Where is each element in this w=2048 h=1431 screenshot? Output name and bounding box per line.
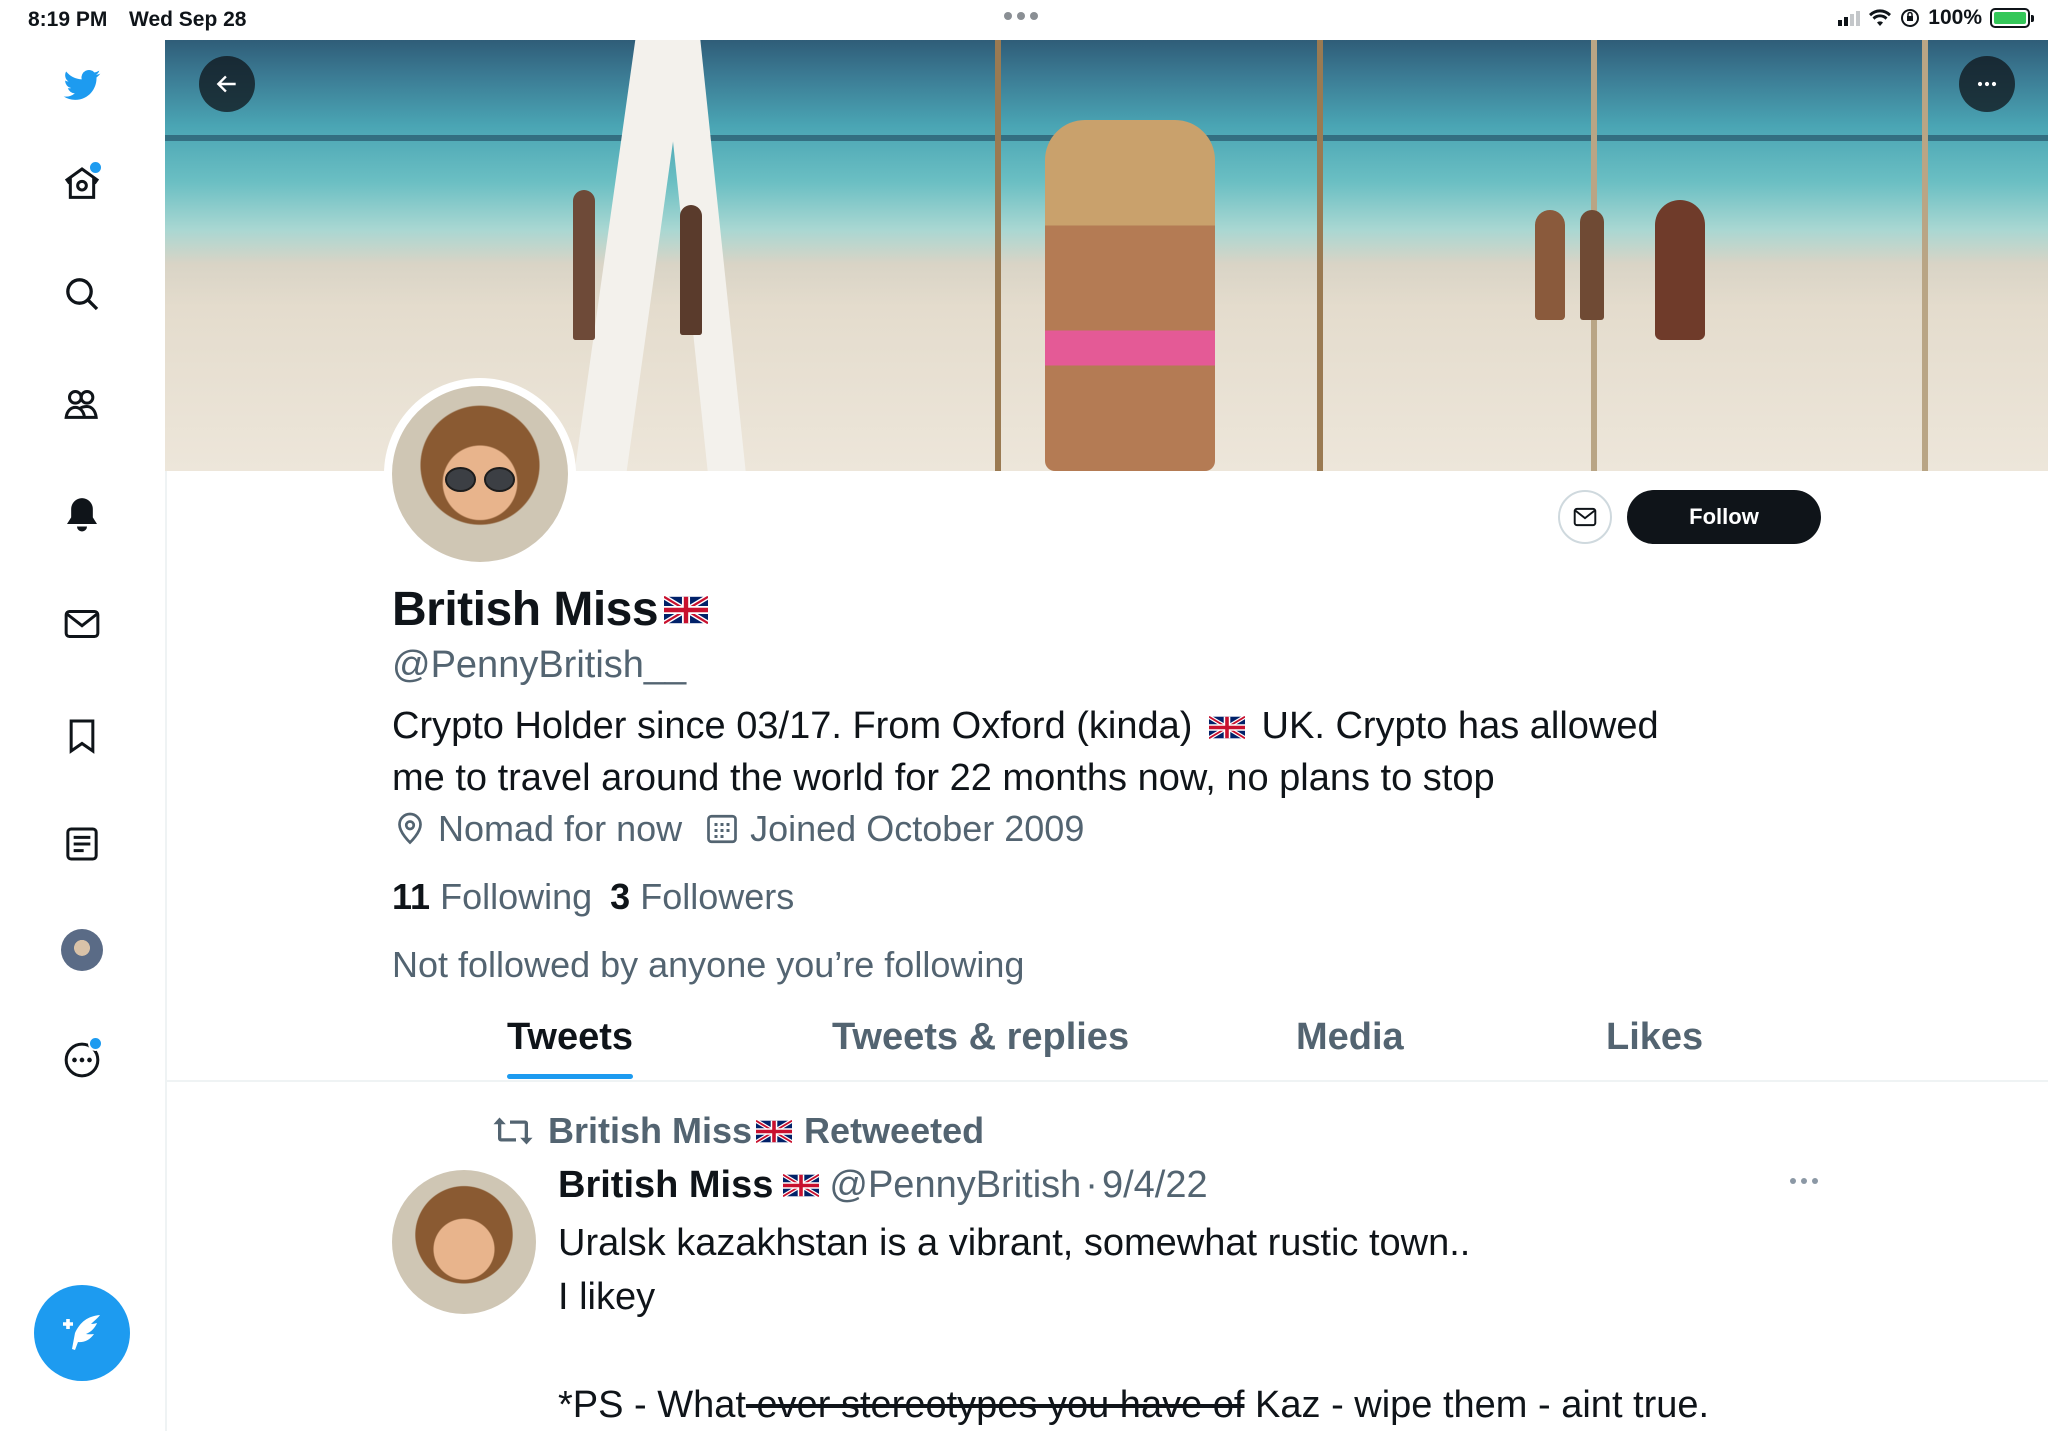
bio-text: UK. Crypto has allowed	[1261, 705, 1659, 747]
envelope-icon	[1573, 507, 1597, 527]
joined-date: Joined October 2009	[750, 808, 1085, 849]
back-arrow-icon	[216, 75, 236, 93]
tweet-author-handle[interactable]: @PennyBritish	[829, 1164, 1081, 1207]
profile-avatar[interactable]	[56, 924, 108, 976]
envelope-icon[interactable]	[56, 598, 108, 650]
bio-text: Crypto Holder since 03/17. From Oxford (…	[392, 705, 1193, 747]
bio-text: me to travel around the world for 22 mon…	[392, 757, 1495, 799]
profile-meta: Nomad for now Joined October 2009	[392, 808, 1106, 850]
location-pin-icon	[398, 812, 422, 845]
calendar-icon	[707, 814, 737, 844]
tab-likes[interactable]: Likes	[1606, 1016, 1703, 1059]
uk-flag-icon	[783, 1174, 820, 1197]
more-options-button[interactable]	[1959, 56, 2015, 112]
tweet-separator: ·	[1085, 1164, 1098, 1206]
profile-name: British Miss	[392, 582, 709, 637]
cellular-signal-icon	[1838, 10, 1861, 26]
status-bar: 8:19 PM Wed Sep 28 100%	[0, 0, 2048, 40]
back-button[interactable]	[199, 56, 255, 112]
message-button[interactable]	[1558, 490, 1612, 544]
following-count: 11	[392, 876, 431, 917]
compose-tweet-button[interactable]	[34, 1285, 130, 1381]
tweet-text-line: I likey	[558, 1276, 656, 1318]
tweet-author-avatar[interactable]	[392, 1170, 536, 1314]
uk-flag-icon	[1208, 716, 1245, 740]
uk-flag-icon	[756, 1119, 793, 1143]
retweet-icon	[493, 1117, 533, 1145]
profile-avatar-large[interactable]	[384, 378, 576, 570]
location-text: Nomad for now	[438, 808, 683, 849]
tweet-text-part: Kaz - wipe them - aint true.	[1244, 1384, 1710, 1426]
status-date: Wed Sep 28	[129, 8, 247, 31]
multitasking-dots[interactable]	[1004, 12, 1038, 20]
home-notification-dot	[88, 160, 103, 175]
status-time: 8:19 PM	[28, 8, 108, 31]
orientation-lock-icon	[1901, 9, 1920, 27]
bookmark-icon[interactable]	[56, 710, 108, 762]
uk-flag-icon	[664, 595, 709, 624]
battery-percent: 100%	[1928, 6, 1982, 29]
retweeted-label: Retweeted	[804, 1110, 985, 1151]
status-indicators: 100%	[1838, 6, 2034, 30]
profile-name-text: British Miss	[392, 583, 659, 636]
tab-tweets-replies[interactable]: Tweets & replies	[832, 1016, 1129, 1059]
retweet-context[interactable]: British Miss Retweeted	[490, 1110, 984, 1152]
profile-tabs: Tweets Tweets & replies Media Likes	[165, 1008, 2048, 1082]
tweet-text-line: *PS - What ever stereotypes you have of …	[558, 1384, 1709, 1427]
sidebar	[0, 40, 167, 1431]
tweet-header: British Miss @PennyBritish · 9/4/22	[558, 1164, 1208, 1207]
list-icon[interactable]	[56, 818, 108, 870]
more-horizontal-icon	[1977, 81, 1997, 87]
search-icon[interactable]	[56, 268, 108, 320]
battery-icon	[1990, 8, 2034, 28]
following-label: Following	[440, 876, 593, 917]
tweet-date[interactable]: 9/4/22	[1102, 1164, 1208, 1207]
profile-handle: @PennyBritish__	[392, 644, 687, 686]
wifi-icon	[1869, 9, 1892, 26]
following-link[interactable]: 11 Following	[392, 876, 592, 918]
followers-link[interactable]: 3 Followers	[610, 876, 794, 918]
bird-icon[interactable]	[56, 60, 108, 112]
retweeter-name: British Miss	[548, 1110, 753, 1151]
tab-tweets[interactable]: Tweets	[507, 1016, 634, 1079]
communities-icon[interactable]	[56, 378, 108, 430]
tweet-text-struck: ever stereotypes you have of	[745, 1384, 1245, 1426]
more-notification-dot	[88, 1036, 103, 1051]
followers-label: Followers	[640, 876, 795, 917]
tweet-text-line: Uralsk kazakhstan is a vibrant, somewhat…	[558, 1222, 1471, 1264]
profile-stats: 11 Following 3 Followers	[392, 876, 794, 918]
tab-media[interactable]: Media	[1296, 1016, 1404, 1059]
follow-button[interactable]: Follow	[1627, 490, 1821, 544]
profile-bio: Crypto Holder since 03/17. From Oxford (…	[392, 700, 1812, 804]
tweet-text-part: *PS - What	[558, 1384, 746, 1426]
more-circle-icon[interactable]	[56, 1034, 108, 1086]
tweet-author-name[interactable]: British Miss	[558, 1164, 773, 1207]
followers-count: 3	[610, 876, 631, 917]
bell-icon[interactable]	[56, 488, 108, 540]
tweet-more-icon[interactable]	[1790, 1178, 1818, 1184]
home-icon[interactable]	[56, 158, 108, 210]
not-followed-notice: Not followed by anyone you’re following	[392, 944, 1025, 985]
compose-feather-icon	[63, 1315, 100, 1350]
